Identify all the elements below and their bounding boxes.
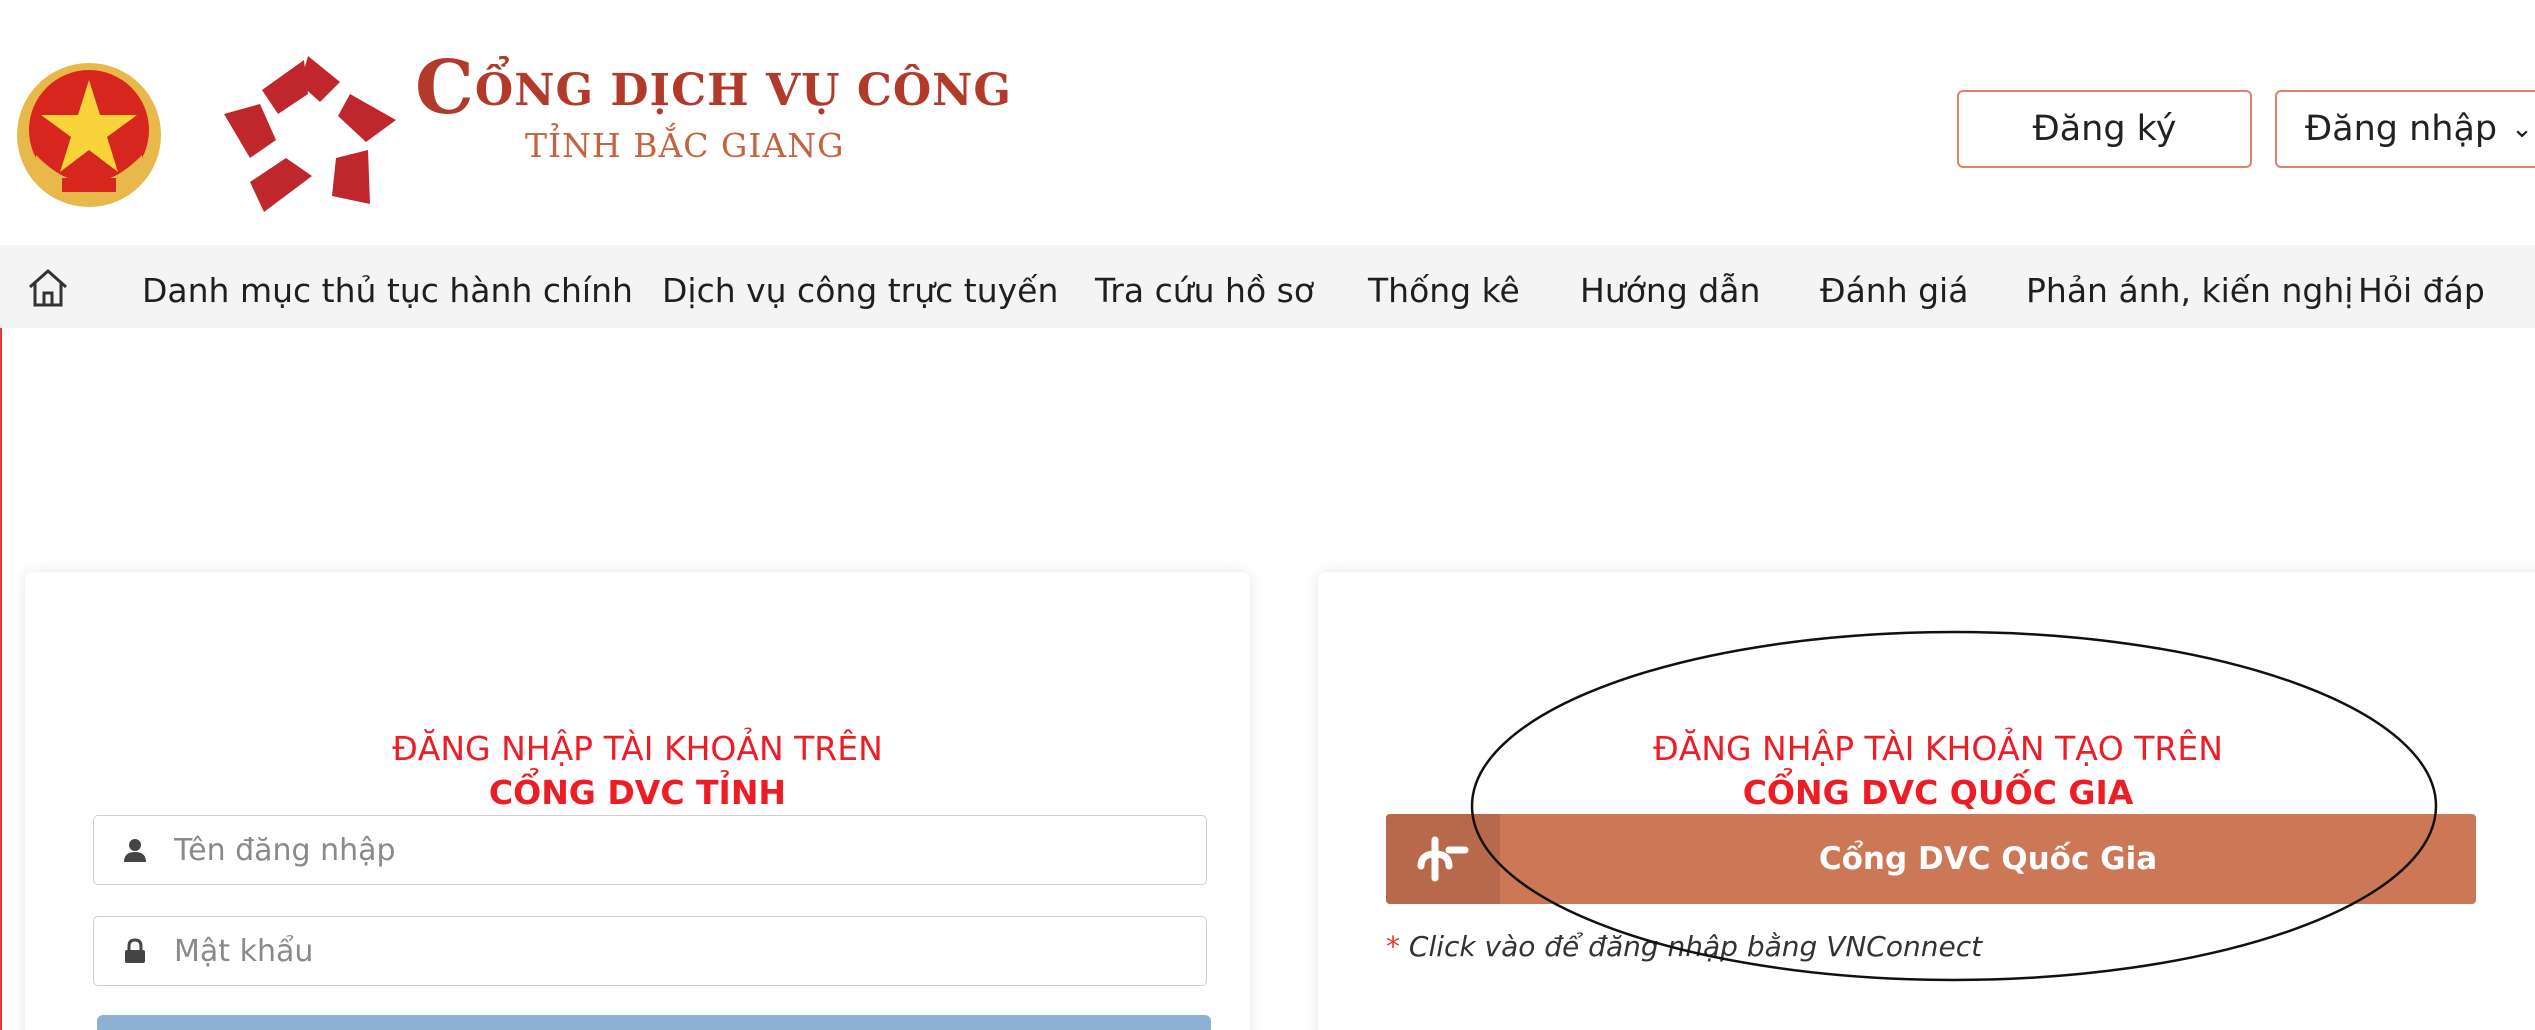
vnconnect-icon bbox=[1386, 814, 1500, 904]
chevron-down-icon: ⌄ bbox=[2511, 114, 2533, 144]
brand-title: CỔNG DỊCH VỤ CÔNG bbox=[415, 51, 1012, 125]
password-field[interactable] bbox=[93, 916, 1207, 986]
register-button[interactable]: Đăng ký bbox=[1957, 90, 2252, 168]
username-input[interactable] bbox=[174, 832, 1174, 868]
home-icon[interactable] bbox=[24, 263, 72, 311]
provincial-login-title-line2: CỔNG DVC TỈNH bbox=[488, 773, 787, 812]
main-nav: Danh mục thủ tục hành chính Dịch vụ công… bbox=[0, 245, 2535, 328]
vnconnect-note-text: Click vào để đăng nhập bằng VNConnect bbox=[1400, 930, 1983, 963]
user-icon bbox=[120, 835, 150, 865]
lock-icon bbox=[120, 936, 150, 966]
nav-item-thong-ke[interactable]: Thống kê bbox=[1368, 271, 1520, 310]
national-login-title-line2: CỔNG DVC QUỐC GIA bbox=[1742, 773, 2134, 812]
brand-title-initial: C bbox=[415, 45, 475, 131]
login-submit-button[interactable] bbox=[97, 1015, 1211, 1030]
national-login-card: ĐĂNG NHẬP TÀI KHOẢN TẠO TRÊN CỔNG DVC QU… bbox=[1318, 572, 2535, 1030]
provincial-login-title-line1: ĐĂNG NHẬP TÀI KHOẢN TRÊN bbox=[392, 729, 883, 768]
national-dvc-login-label: Cổng DVC Quốc Gia bbox=[1818, 841, 2158, 877]
brand-title-rest: ỔNG DỊCH VỤ CÔNG bbox=[474, 65, 1012, 116]
national-login-title-line1: ĐĂNG NHẬP TÀI KHOẢN TẠO TRÊN bbox=[1653, 729, 2223, 768]
national-emblem-icon bbox=[17, 63, 161, 207]
national-dvc-login-button[interactable]: Cổng DVC Quốc Gia bbox=[1386, 814, 2476, 904]
nav-item-dich-vu-cong-truc-tuyen[interactable]: Dịch vụ công trực tuyến bbox=[662, 271, 1058, 310]
login-dropdown-button[interactable]: Đăng nhập ⌄ bbox=[2275, 90, 2535, 168]
nav-item-danh-muc-thu-tuc[interactable]: Danh mục thủ tục hành chính bbox=[142, 271, 633, 310]
provincial-login-card: ĐĂNG NHẬP TÀI KHOẢN TRÊN CỔNG DVC TỈNH bbox=[25, 572, 1250, 1030]
vnconnect-note: * Click vào để đăng nhập bằng VNConnect bbox=[1386, 930, 1982, 963]
nav-item-huong-dan[interactable]: Hướng dẫn bbox=[1580, 271, 1760, 310]
username-field[interactable] bbox=[93, 815, 1207, 885]
login-button-label: Đăng nhập bbox=[2305, 109, 2498, 149]
portal-star-logo bbox=[224, 56, 396, 212]
brand-subtitle: TỈNH BẮC GIANG bbox=[525, 126, 845, 165]
required-star: * bbox=[1386, 930, 1400, 963]
nav-item-tra-cuu-ho-so[interactable]: Tra cứu hồ sơ bbox=[1095, 271, 1314, 310]
brand-block: CỔNG DỊCH VỤ CÔNG TỈNH BẮC GIANG bbox=[415, 51, 1012, 165]
site-header: CỔNG DỊCH VỤ CÔNG TỈNH BẮC GIANG Đăng ký… bbox=[0, 0, 2535, 245]
password-input[interactable] bbox=[174, 933, 1174, 969]
nav-item-hoi-dap[interactable]: Hỏi đáp bbox=[2358, 271, 2485, 310]
nav-item-phan-anh-kien-nghi[interactable]: Phản ánh, kiến nghị bbox=[2026, 271, 2353, 310]
register-button-label: Đăng ký bbox=[2032, 109, 2177, 149]
nav-item-danh-gia[interactable]: Đánh giá bbox=[1820, 271, 1968, 310]
